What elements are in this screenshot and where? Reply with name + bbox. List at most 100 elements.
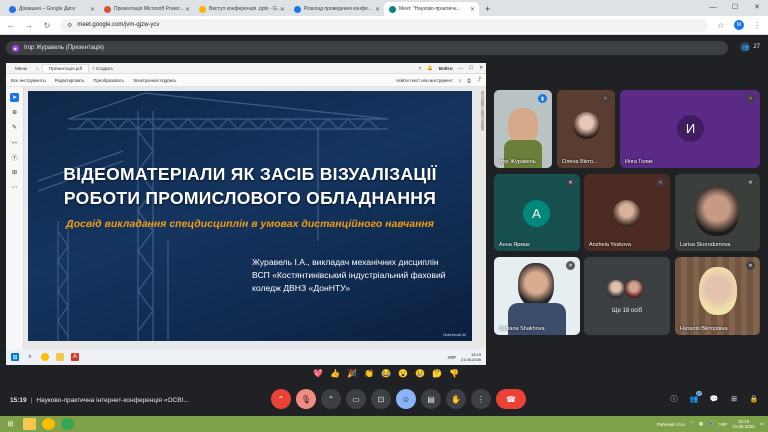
more-tools-icon[interactable]: ⋯	[10, 183, 19, 192]
pdf-create-button[interactable]: + Создать	[92, 66, 113, 71]
file-explorer-icon[interactable]	[23, 418, 36, 430]
clap-reaction-icon[interactable]: 👏	[363, 367, 375, 379]
chrome-icon[interactable]	[42, 418, 55, 430]
people-count[interactable]: 👥 27	[740, 42, 760, 52]
laugh-reaction-icon[interactable]: 😂	[380, 367, 392, 379]
url-field[interactable]: ⚙ meet.google.com/jvm-qjzw-ycv	[60, 18, 708, 32]
edit-button[interactable]: Редактировать	[55, 78, 85, 83]
browser-tab-meet[interactable]: Meet: "Науково-практичн... ✕	[384, 2, 479, 16]
home-icon[interactable]: ⌂	[36, 66, 39, 71]
chrome-icon[interactable]	[61, 418, 74, 430]
participant-tile[interactable]: И ✕ Инга Голик	[620, 90, 760, 168]
emoji-button[interactable]: ☺	[396, 389, 416, 409]
clock[interactable]: 15:19 21.05.2026	[732, 419, 755, 429]
new-tab-button[interactable]: +	[479, 2, 496, 16]
people-icon[interactable]: 👥 27	[688, 391, 702, 405]
notifications-icon[interactable]: 🔔	[427, 65, 433, 71]
windows-start-icon[interactable]: ⊞	[11, 353, 19, 361]
layers-icon[interactable]: ▦	[479, 141, 485, 148]
language-indicator[interactable]: УКР	[447, 355, 455, 360]
close-icon[interactable]: ✕	[280, 6, 285, 13]
participant-tile[interactable]: ✕ Наталія Вікторівна	[675, 257, 760, 335]
minimize-icon[interactable]: —	[459, 66, 464, 71]
sad-reaction-icon[interactable]: 😢	[414, 367, 426, 379]
minimize-icon[interactable]: —	[702, 0, 724, 16]
pdf-menu-button[interactable]: Меню	[9, 65, 33, 72]
participant-tile[interactable]: ✕ Олена Вікто...	[557, 90, 615, 168]
close-icon[interactable]: ✕	[479, 65, 483, 71]
maximize-icon[interactable]: ☐	[469, 65, 473, 71]
browser-tab-google-drive[interactable]: Домашня – Google Диск ✕	[4, 2, 99, 16]
text-icon[interactable]: Ⓣ	[10, 153, 19, 162]
close-window-icon[interactable]: ✕	[746, 0, 768, 16]
esign-button[interactable]: Электронная подпись	[133, 78, 176, 83]
more-options-button[interactable]: ⋮	[471, 389, 491, 409]
chat-icon[interactable]: 💬	[708, 393, 720, 405]
more-menu-icon[interactable]: ⋮	[752, 21, 762, 30]
activities-icon[interactable]: ⊞	[728, 393, 740, 405]
chevron-up-icon[interactable]: ⌃	[321, 389, 341, 409]
thumbs-up-reaction-icon[interactable]: 👍	[329, 367, 341, 379]
all-tools-button[interactable]: Все инструменты	[11, 78, 46, 83]
bookmark-icon[interactable]: ⊟	[479, 105, 484, 112]
reload-icon[interactable]: ↻	[42, 21, 52, 30]
browser-tab-powerpoint[interactable]: Презентація Microsoft Power... ✕	[99, 2, 194, 16]
participant-tile[interactable]: ✕ Svitlana Shakhova	[494, 257, 580, 335]
pdf-document-tab[interactable]: Презентація.pdf	[41, 64, 90, 72]
present-button[interactable]: ⊡	[371, 389, 391, 409]
thumbs-down-reaction-icon[interactable]: 👎	[448, 367, 460, 379]
info-icon[interactable]: ⓘ	[668, 393, 680, 405]
explorer-icon[interactable]	[56, 353, 64, 361]
draw-icon[interactable]: 〰	[10, 138, 19, 147]
desktop-label[interactable]: Рабочий стол	[657, 422, 685, 427]
participant-tile[interactable]: А ✕ Анна Ярмак	[494, 174, 580, 251]
shared-clock[interactable]: 15:19 21.05.2026	[461, 352, 481, 362]
back-icon[interactable]: ←	[6, 21, 16, 30]
participant-tile[interactable]: ✕ Larisa Skorodumova	[675, 174, 760, 251]
captions-button[interactable]: ▤	[421, 389, 441, 409]
search-icon[interactable]: ⌕	[26, 353, 34, 361]
party-reaction-icon[interactable]: 🎉	[346, 367, 358, 379]
volume-icon[interactable]: 🔊	[708, 421, 714, 427]
participant-tile[interactable]: ▮ Ігор Журавель	[494, 90, 552, 168]
export-icon[interactable]: ⇪	[479, 153, 484, 160]
profile-avatar[interactable]: М	[734, 20, 744, 30]
leave-call-button[interactable]: ☎	[496, 389, 526, 409]
convert-button[interactable]: Преобразовать	[93, 78, 124, 83]
help-icon[interactable]: ?	[419, 66, 422, 71]
host-controls-icon[interactable]: 🔒	[748, 393, 760, 405]
thinking-reaction-icon[interactable]: 🤔	[431, 367, 443, 379]
pen-icon[interactable]: ✎	[10, 123, 19, 132]
browser-tab-slides[interactable]: Виступ конференція .pptx - G... ✕	[194, 2, 289, 16]
cursor-icon[interactable]: ➤	[10, 93, 19, 102]
frame-icon[interactable]: ⊞	[10, 168, 19, 177]
close-icon[interactable]: ✕	[375, 6, 380, 13]
signin-button[interactable]: Войти	[439, 66, 453, 71]
surprised-reaction-icon[interactable]: 😮	[397, 367, 409, 379]
browser-tab-schedule[interactable]: Розклад проведення конфе... ✕	[289, 2, 384, 16]
acrobat-icon[interactable]: A	[71, 353, 79, 361]
share-icon[interactable]: ⤴	[477, 77, 481, 83]
zoom-icon[interactable]: ⊕	[10, 108, 19, 117]
chrome-icon[interactable]	[41, 353, 49, 361]
close-icon[interactable]: ✕	[90, 6, 95, 13]
maximize-icon[interactable]: ☐	[724, 0, 746, 16]
network-icon[interactable]: ▦	[699, 421, 703, 427]
mic-off-button[interactable]: 🎙	[296, 389, 316, 409]
search-icon[interactable]: ⌕	[459, 78, 461, 83]
more-participants-tile[interactable]: Ще 18 осіб	[584, 257, 670, 335]
notifications-icon[interactable]: ▭	[760, 421, 764, 427]
site-info-icon[interactable]: ⚙	[67, 22, 72, 29]
heart-reaction-icon[interactable]: 💖	[312, 367, 324, 379]
language-indicator[interactable]: УКР	[719, 422, 727, 427]
windows-start-icon[interactable]: ⊞	[4, 418, 17, 430]
chevron-up-icon[interactable]: ⌃	[271, 389, 291, 409]
attachments-icon[interactable]: ⎘	[480, 117, 485, 124]
camera-button[interactable]: ▭	[346, 389, 366, 409]
participant-tile[interactable]: ✕ Anzhela Yeskova	[584, 174, 670, 251]
comment-icon[interactable]: ◎	[479, 93, 484, 100]
close-icon[interactable]: ✕	[470, 6, 475, 13]
bookmark-star-icon[interactable]: ☆	[716, 21, 726, 30]
expand-tray-icon[interactable]: ⌃	[690, 421, 694, 427]
settings-icon[interactable]: ⚙	[479, 165, 484, 172]
